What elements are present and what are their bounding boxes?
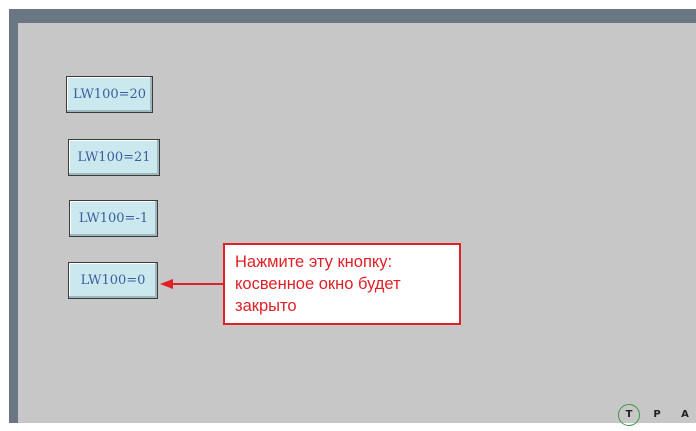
hmi-frame: LW100=20 LW100=21 LW100=-1 LW100=0 Нажми… [0, 0, 696, 431]
set-lw100-21-button[interactable]: LW100=21 [68, 139, 160, 176]
set-lw100-20-button[interactable]: LW100=20 [66, 76, 153, 113]
callout-line-2: косвенное окно будет [235, 275, 401, 293]
window-top-border [9, 9, 696, 23]
callout-line-3: закрыто [235, 297, 297, 315]
set-lw100-0-button[interactable]: LW100=0 [68, 262, 158, 299]
nav-a-button[interactable]: A [678, 404, 692, 426]
window-left-border [9, 9, 18, 423]
nav-t-button[interactable]: T [618, 404, 640, 426]
nav-p-button[interactable]: P [650, 404, 664, 426]
annotation-callout: Нажмите эту кнопку: косвенное окно будет… [223, 243, 461, 325]
set-lw100-minus1-button[interactable]: LW100=-1 [69, 200, 158, 237]
callout-line-1: Нажмите эту кнопку: [235, 253, 393, 271]
